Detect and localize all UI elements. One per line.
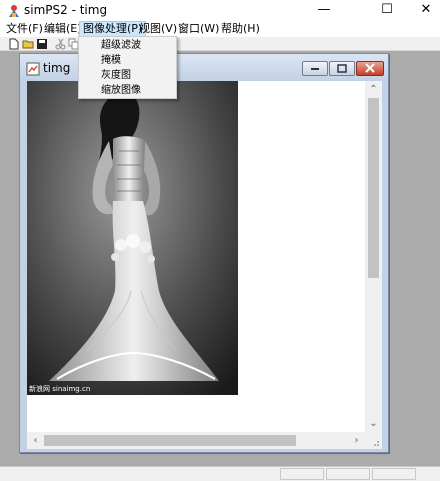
child-maximize-button[interactable] — [329, 61, 355, 76]
app-window: simPS2 - timg — ☐ ✕ 文件(F) 编辑(E) 图像处理(P) … — [0, 0, 440, 481]
minimize-icon: — — [317, 2, 331, 17]
child-minimize-button[interactable] — [302, 61, 328, 76]
scroll-down-icon[interactable]: ⌄ — [365, 415, 382, 432]
title-bar: simPS2 - timg — ☐ ✕ — [0, 0, 440, 21]
maximize-icon: ☐ — [381, 2, 393, 17]
app-title: simPS2 - timg — [24, 3, 108, 17]
menu-help[interactable]: 帮助(H) — [218, 21, 263, 37]
save-disk-icon[interactable] — [36, 38, 48, 50]
photo-image: 新浪网 sinaimg.cn — [27, 81, 238, 395]
scroll-right-icon[interactable]: › — [348, 432, 365, 449]
menu-window[interactable]: 窗口(W) — [175, 21, 222, 37]
child-title-bar: timg — [20, 54, 388, 81]
vertical-scrollbar[interactable]: ⌃ ⌄ — [365, 81, 382, 432]
open-folder-icon[interactable] — [22, 38, 34, 50]
menu-bar: 文件(F) 编辑(E) 图像处理(P) 视图(V) 窗口(W) 帮助(H) — [0, 21, 440, 37]
child-window-title: timg — [43, 61, 71, 75]
toolbar — [0, 37, 440, 51]
close-button[interactable]: ✕ — [412, 0, 440, 21]
menu-view[interactable]: 视图(V) — [136, 21, 180, 37]
resize-grip-icon — [374, 441, 379, 446]
close-icon — [365, 63, 375, 73]
menu-item-mask[interactable]: 掩模 — [80, 54, 175, 68]
scroll-left-icon[interactable]: ‹ — [27, 432, 44, 449]
document-icon — [26, 62, 40, 76]
image-watermark: 新浪网 sinaimg.cn — [29, 385, 91, 393]
status-pane — [372, 468, 416, 480]
minimize-button[interactable]: — — [301, 0, 347, 21]
status-pane — [326, 468, 370, 480]
menu-item-super-filter[interactable]: 超级滤波 — [80, 39, 175, 53]
wedding-dress-photo — [27, 81, 238, 395]
new-file-icon[interactable] — [8, 38, 20, 50]
close-icon: ✕ — [420, 2, 432, 17]
app-icon — [9, 5, 19, 17]
cut-scissors-icon[interactable] — [55, 38, 67, 50]
image-canvas[interactable]: 新浪网 sinaimg.cn ⌃ ⌄ ‹ › — [27, 81, 382, 449]
minimize-icon — [311, 68, 319, 70]
menu-edit[interactable]: 编辑(E) — [41, 21, 85, 37]
maximize-button[interactable]: ☐ — [364, 0, 410, 21]
vertical-scroll-thumb[interactable] — [368, 98, 379, 278]
maximize-icon — [337, 64, 347, 73]
menu-file[interactable]: 文件(F) — [3, 21, 46, 37]
status-bar — [0, 466, 440, 481]
size-grip-icon[interactable] — [365, 432, 382, 449]
scroll-up-icon[interactable]: ⌃ — [365, 81, 382, 98]
image-child-window: timg 新浪网 sinaimg.cn ⌃ ⌄ ‹ › — [19, 53, 389, 453]
horizontal-scroll-thumb[interactable] — [44, 435, 296, 446]
menu-item-grayscale[interactable]: 灰度图 — [80, 69, 175, 83]
child-close-button[interactable] — [356, 61, 384, 76]
status-pane — [280, 468, 324, 480]
image-processing-dropdown: 超级滤波 掩模 灰度图 缩放图像 — [78, 36, 177, 99]
horizontal-scrollbar[interactable]: ‹ › — [27, 432, 365, 449]
menu-item-scale-image[interactable]: 缩放图像 — [80, 84, 175, 98]
